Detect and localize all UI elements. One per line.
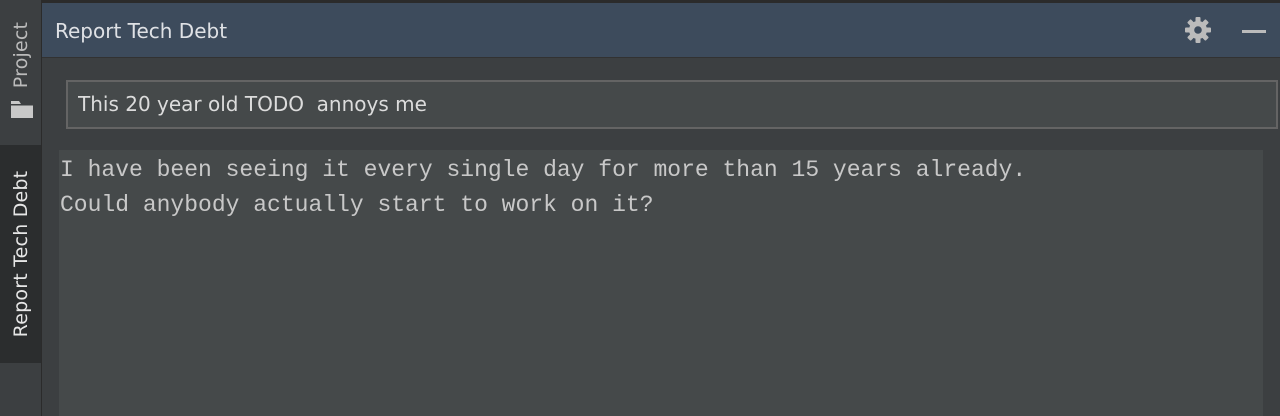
gear-icon[interactable] <box>1184 16 1212 44</box>
tool-window-stripe: Project Report Tech Debt <box>0 0 42 416</box>
minimize-icon[interactable] <box>1239 16 1269 44</box>
stripe-button-project[interactable]: Project <box>0 8 41 128</box>
stripe-label-project: Project <box>9 21 32 89</box>
minimize-bar <box>1242 30 1266 33</box>
report-tech-debt-window: Report Tech Debt This 20 year old TODO a… <box>42 3 1280 416</box>
folder-icon <box>11 101 33 118</box>
description-textarea[interactable]: I have been seeing it every single day f… <box>59 150 1263 416</box>
window-header: Report Tech Debt <box>42 3 1280 58</box>
ide-root: Project Report Tech Debt Report Tech Deb… <box>0 0 1280 416</box>
stripe-button-report-tech-debt[interactable]: Report Tech Debt <box>0 145 41 363</box>
stripe-label-report-tech-debt: Report Tech Debt <box>9 170 32 338</box>
window-title: Report Tech Debt <box>55 19 228 43</box>
title-input[interactable] <box>66 80 1278 129</box>
